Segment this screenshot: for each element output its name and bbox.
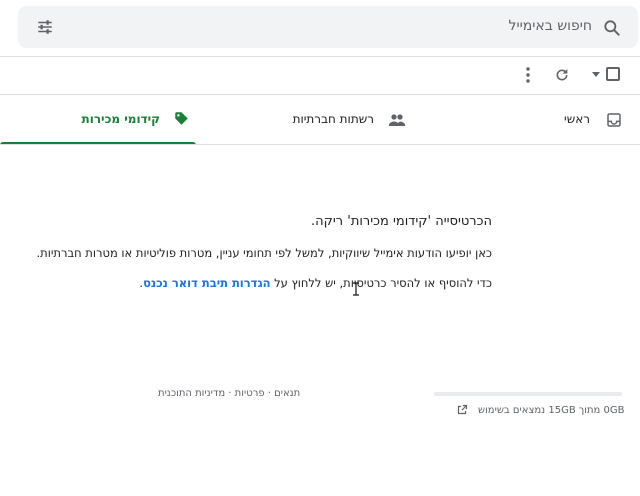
- tab-primary-label: ראשי: [564, 112, 590, 126]
- empty-description: כאן יופיעו הודעות אימייל שיווקיות, למשל …: [36, 246, 492, 260]
- search-icon[interactable]: [602, 18, 622, 38]
- open-in-new-icon[interactable]: [456, 404, 468, 416]
- tabs-divider: [0, 144, 640, 145]
- tab-social[interactable]: רשתות חברתיות: [200, 100, 410, 144]
- tag-icon: [175, 112, 188, 125]
- search-input[interactable]: חיפוש באימייל: [508, 18, 592, 34]
- tab-primary[interactable]: ראשי: [410, 100, 640, 144]
- inbox-icon: [607, 113, 621, 127]
- text-cursor-icon: [353, 282, 359, 296]
- storage-bar: [434, 392, 622, 396]
- footer-links[interactable]: תנאים · פרטיות · מדיניות התוכנית: [158, 388, 300, 399]
- select-all-checkbox[interactable]: [606, 67, 620, 81]
- empty-title: הכרטיסייה 'קידומי מכירות' ריקה.: [311, 214, 492, 229]
- inbox-settings-link[interactable]: הגדרות תיבת דואר נכנס: [143, 276, 270, 290]
- tab-social-label: רשתות חברתיות: [292, 112, 374, 126]
- empty-instructions: כדי להוסיף או להסיר כרטיסיות, יש ללחוץ ע…: [139, 276, 492, 290]
- select-dropdown-icon[interactable]: [592, 72, 600, 77]
- toolbar-divider: [0, 94, 640, 95]
- storage-usage: 0GB מתוך 15GB נמצאים בשימוש: [478, 405, 625, 416]
- tune-icon[interactable]: [36, 18, 54, 36]
- refresh-icon[interactable]: [554, 67, 570, 83]
- more-vert-icon[interactable]: [524, 66, 532, 84]
- tab-promotions[interactable]: קידומי מכירות: [0, 100, 200, 144]
- tab-promotions-label: קידומי מכירות: [81, 112, 161, 126]
- people-icon: [388, 114, 406, 126]
- header-divider: [0, 56, 640, 57]
- instructions-text: כדי להוסיף או להסיר כרטיסיות, יש ללחוץ ע…: [270, 276, 492, 290]
